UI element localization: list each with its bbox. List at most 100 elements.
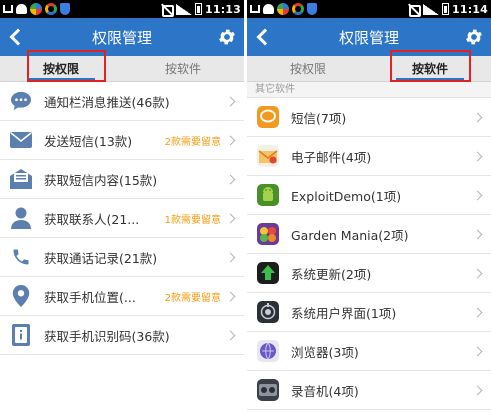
browser-notification-icon [292, 3, 304, 15]
list-item[interactable]: 获取通话记录(21款) [0, 238, 244, 277]
item-label: ExploitDemo(1项) [291, 188, 402, 204]
vibrate-mute-icon [160, 3, 174, 17]
chevron-right-icon [225, 213, 236, 223]
app-list: 短信(7项) 电子邮件(4项) ExploitDemo(1项) Garden M… [247, 98, 491, 410]
vibrate-mute-icon [407, 3, 421, 17]
sms-app-icon [255, 104, 281, 130]
app-notification-icon [30, 3, 42, 15]
item-label: 获取手机位置(... [44, 289, 136, 305]
android-app-icon [255, 182, 281, 208]
usb-icon [250, 5, 260, 13]
chevron-right-icon [225, 174, 236, 184]
page-title: 权限管理 [338, 28, 399, 47]
tab-by-software[interactable]: 按软件 [122, 56, 244, 81]
item-label: 发送短信(13款) [44, 133, 133, 149]
battery-icon [194, 3, 202, 15]
tab-bar: 按权限 按软件 [0, 56, 244, 82]
item-label: 录音机(4项) [291, 383, 359, 399]
email-app-icon [255, 143, 281, 169]
warning-note: 1款需要留意 [164, 214, 221, 226]
back-button[interactable] [247, 18, 277, 56]
recorder-app-icon [255, 377, 281, 403]
status-time: 11:14 [451, 2, 488, 16]
security-shield-icon [307, 3, 317, 15]
list-item[interactable]: 录音机(4项) [247, 371, 491, 410]
chevron-right-icon [472, 307, 483, 317]
envelope-icon [8, 127, 34, 153]
chevron-right-icon [225, 330, 236, 340]
item-label: 电子邮件(4项) [291, 149, 372, 165]
item-label: 系统用户界面(1项) [291, 305, 397, 321]
chevron-right-icon [225, 291, 236, 301]
item-label: Garden Mania(2项) [291, 227, 409, 243]
status-bar: 11:13 [0, 0, 244, 18]
tab-by-permission[interactable]: 按权限 [0, 56, 122, 81]
title-bar: 权限管理 [0, 18, 244, 56]
signal-icon [175, 3, 192, 15]
chevron-right-icon [225, 96, 236, 106]
permission-list: 通知栏消息推送(46款) 发送短信(13款) 2款需要留意 获取短信内容(15款… [0, 82, 244, 355]
section-header: 其它软件 [247, 82, 491, 98]
list-item[interactable]: 发送短信(13款) 2款需要留意 [0, 121, 244, 160]
settings-button[interactable] [210, 18, 244, 56]
list-item[interactable]: Garden Mania(2项) [247, 215, 491, 254]
location-pin-icon [8, 283, 34, 309]
browser-app-icon [255, 338, 281, 364]
item-label: 通知栏消息推送(46款) [44, 94, 170, 110]
system-update-app-icon [255, 260, 281, 286]
app-notification-icon [277, 3, 289, 15]
browser-notification-icon [45, 3, 57, 15]
list-item[interactable]: 获取短信内容(15款) [0, 160, 244, 199]
chevron-right-icon [472, 112, 483, 122]
chevron-right-icon [472, 346, 483, 356]
status-time: 11:13 [204, 2, 241, 16]
list-item[interactable]: 短信(7项) [247, 98, 491, 137]
status-bar: 11:14 [247, 0, 491, 18]
chevron-right-icon [225, 252, 236, 262]
gear-icon [466, 29, 482, 45]
list-item[interactable]: 浏览器(3项) [247, 332, 491, 371]
chevron-right-icon [472, 151, 483, 161]
tab-by-permission[interactable]: 按权限 [247, 56, 369, 81]
list-item[interactable]: 获取联系人(21... 1款需要留意 [0, 199, 244, 238]
item-label: 获取通话记录(21款) [44, 250, 158, 266]
battery-icon [441, 3, 449, 15]
chevron-right-icon [472, 385, 483, 395]
tab-by-software[interactable]: 按软件 [369, 56, 491, 81]
item-label: 获取联系人(21... [44, 211, 140, 227]
chevron-right-icon [472, 190, 483, 200]
android-debug-icon [16, 4, 27, 14]
id-card-icon [8, 322, 34, 348]
item-label: 获取手机识别码(36款) [44, 328, 170, 344]
chevron-right-icon [225, 135, 236, 145]
list-item[interactable]: 通知栏消息推送(46款) [0, 82, 244, 121]
usb-icon [3, 5, 13, 13]
security-shield-icon [60, 3, 70, 15]
list-item[interactable]: ExploitDemo(1项) [247, 176, 491, 215]
chevron-right-icon [472, 229, 483, 239]
warning-note: 2款需要留意 [164, 292, 221, 304]
back-arrow-icon [9, 28, 27, 46]
system-ui-app-icon [255, 299, 281, 325]
android-debug-icon [263, 4, 274, 14]
signal-icon [422, 3, 439, 15]
settings-button[interactable] [457, 18, 491, 56]
list-item[interactable]: 获取手机识别码(36款) [0, 316, 244, 355]
back-button[interactable] [0, 18, 30, 56]
warning-note: 2款需要留意 [164, 136, 221, 148]
chat-bubble-icon [8, 88, 34, 114]
gear-icon [219, 29, 235, 45]
item-label: 系统更新(2项) [291, 266, 372, 282]
list-item[interactable]: 电子邮件(4项) [247, 137, 491, 176]
left-screen: 11:13 权限管理 按权限 按软件 通知栏消息推送(46款) 发送短信(13款… [0, 0, 244, 414]
list-item[interactable]: 系统用户界面(1项) [247, 293, 491, 332]
list-item[interactable]: 获取手机位置(... 2款需要留意 [0, 277, 244, 316]
list-item[interactable]: 系统更新(2项) [247, 254, 491, 293]
tab-bar: 按权限 按软件 [247, 56, 491, 82]
item-label: 获取短信内容(15款) [44, 172, 158, 188]
item-label: 浏览器(3项) [291, 344, 359, 360]
open-envelope-icon [8, 166, 34, 192]
title-bar: 权限管理 [247, 18, 491, 56]
person-icon [8, 205, 34, 231]
garden-mania-app-icon [255, 221, 281, 247]
